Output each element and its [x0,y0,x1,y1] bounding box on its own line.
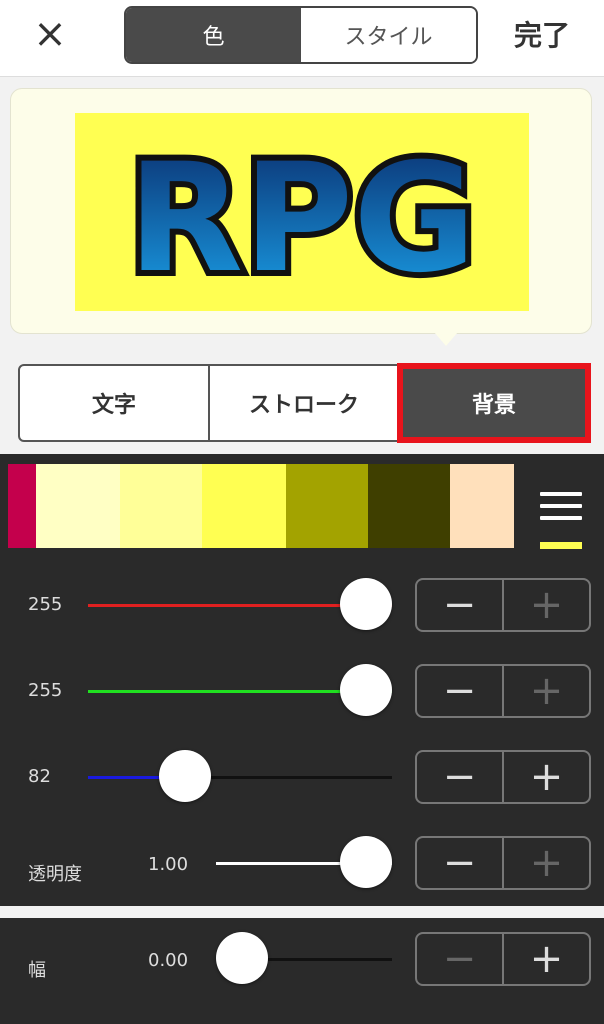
width-value: 0.00 [148,950,189,971]
close-icon[interactable]: × [30,14,70,54]
tab-stroke[interactable]: ストローク [210,366,400,440]
tab-color[interactable]: 色 [126,8,301,62]
plus-button[interactable]: + [504,666,589,716]
swatch[interactable] [286,464,368,548]
red-stepper: − + [415,578,591,632]
slider-row-blue: 82 − + [0,730,604,816]
blue-thumb[interactable] [159,750,212,802]
green-value: 255 [28,680,63,701]
slider-row-red: 255 − + [0,558,604,644]
menu-icon[interactable] [540,492,582,549]
plus-button[interactable]: + [504,580,589,630]
tab-background[interactable]: 背景 [397,363,591,443]
opacity-stepper: − + [415,836,591,890]
preview-canvas: RPG [75,113,529,311]
swatch[interactable] [202,464,286,548]
slider-row-width: 幅 0.00 − + [0,918,604,1004]
swatch[interactable] [450,464,514,548]
tab-text[interactable]: 文字 [20,366,210,440]
preview-area: RPG [10,88,592,334]
red-thumb[interactable] [340,578,392,630]
mode-segmented-control: 色 スタイル [124,6,478,64]
minus-button[interactable]: − [417,580,504,630]
done-button[interactable]: 完了 [514,14,570,54]
minus-button[interactable]: − [417,934,504,984]
plus-button[interactable]: + [504,838,589,888]
swatch[interactable] [8,464,36,548]
palette [8,464,514,548]
slider-row-opacity: 透明度 1.00 − + [0,818,604,904]
top-bar: × 色 スタイル 完了 [0,0,604,77]
width-stepper: − + [415,932,591,986]
swatch[interactable] [120,464,202,548]
width-panel: 幅 0.00 − + [0,918,604,1024]
minus-button[interactable]: − [417,666,504,716]
slider-row-green: 255 − + [0,644,604,730]
opacity-thumb[interactable] [340,836,392,888]
color-panel: 255 − + 255 − + 82 − + 透明度 1.00 − + [0,454,604,906]
preview-pointer [434,332,458,346]
width-thumb[interactable] [216,932,268,984]
blue-stepper: − + [415,750,591,804]
opacity-value: 1.00 [148,854,189,875]
rpg-logo-text: RPG [122,126,483,302]
opacity-label: 透明度 [28,864,82,885]
red-value: 255 [28,594,63,615]
green-thumb[interactable] [340,664,392,716]
plus-button[interactable]: + [504,752,589,802]
preview-text: RPG [128,132,477,302]
plus-button[interactable]: + [504,934,589,984]
target-tabs: 文字 ストローク 背景 [18,363,591,443]
swatch[interactable] [36,464,120,548]
green-stepper: − + [415,664,591,718]
tab-style[interactable]: スタイル [301,8,476,62]
blue-value: 82 [28,766,51,787]
minus-button[interactable]: − [417,752,504,802]
swatch[interactable] [368,464,450,548]
width-label: 幅 [28,960,46,981]
minus-button[interactable]: − [417,838,504,888]
